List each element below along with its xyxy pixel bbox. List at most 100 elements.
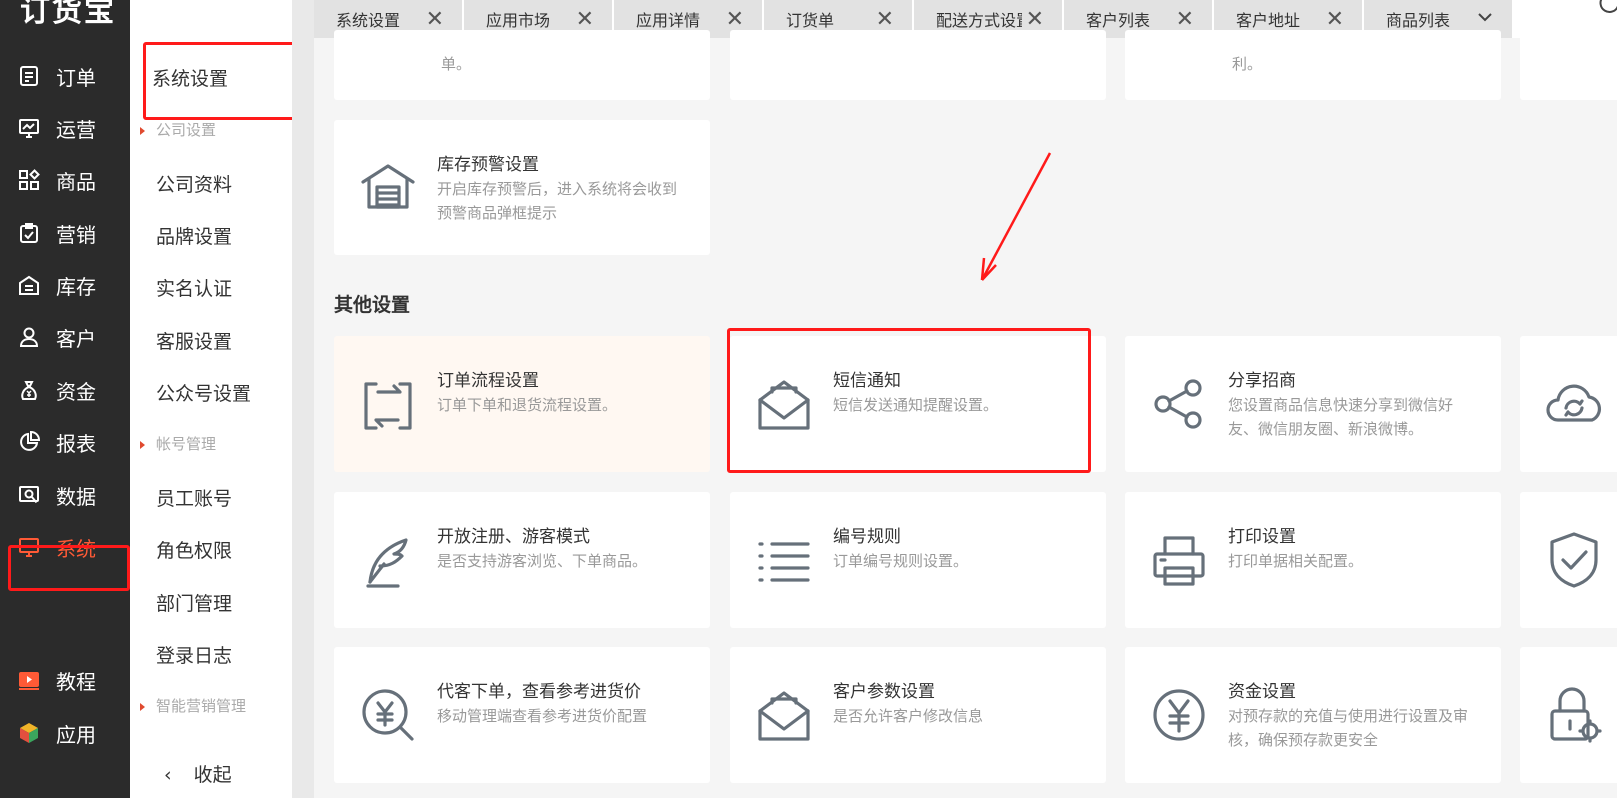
card-title: 打印设置 bbox=[1228, 527, 1296, 547]
tab-label: 应用市场 bbox=[486, 11, 551, 30]
card-stock-warning[interactable]: 库存预警设置 开启库存预警后，进入系统将会收到预警商品弹框提示 bbox=[334, 120, 710, 255]
card-title: 编号规则 bbox=[833, 527, 901, 547]
submenu-item-official-account[interactable]: 公众号设置 bbox=[156, 379, 251, 406]
card-desc: 单。 bbox=[441, 55, 472, 73]
card-customer-params[interactable]: 客户参数设置 是否允许客户修改信息 bbox=[730, 647, 1106, 783]
collapse-label: 收起 bbox=[193, 764, 232, 786]
system-submenu: 系统设置 公司设置 公司资料 品牌设置 实名认证 客服设置 公众号设置 帐号管理… bbox=[130, 0, 292, 798]
submenu-item-verification[interactable]: 实名认证 bbox=[156, 274, 232, 301]
nav-item-tutorial[interactable]: 教程 bbox=[0, 653, 130, 707]
nav-label: 库存 bbox=[56, 274, 96, 299]
submenu-item-departments[interactable]: 部门管理 bbox=[156, 589, 232, 616]
card-partial-security[interactable] bbox=[1520, 492, 1617, 628]
nav-item-report[interactable]: 报表 bbox=[0, 415, 130, 469]
card-open-register[interactable]: 开放注册、游客模式 是否支持游客浏览、下单商品。 bbox=[334, 492, 710, 628]
card-number-rules[interactable]: 编号规则 订单编号规则设置。 bbox=[730, 492, 1106, 628]
nav-label: 教程 bbox=[56, 669, 96, 694]
submenu-item-login-log[interactable]: 登录日志 bbox=[156, 641, 232, 668]
tab-label: 客户列表 bbox=[1086, 11, 1151, 30]
refresh-icon[interactable] bbox=[1597, 0, 1617, 16]
nav-label: 订单 bbox=[56, 65, 96, 90]
card-title: 开放注册、游客模式 bbox=[437, 527, 590, 547]
nav-item-data[interactable]: 数据 bbox=[0, 468, 130, 522]
nav-item-order[interactable]: 订单 bbox=[0, 49, 130, 103]
monitor-icon bbox=[18, 536, 40, 558]
submenu-item-brand[interactable]: 品牌设置 bbox=[156, 222, 232, 249]
feather-icon bbox=[358, 530, 418, 590]
nav-item-operation[interactable]: 运营 bbox=[0, 101, 130, 155]
app-logo: 订货宝 bbox=[20, 0, 116, 29]
shield-check-icon bbox=[1544, 530, 1604, 590]
card-partial-top-3[interactable]: 利。 bbox=[1125, 30, 1501, 100]
collapse-button[interactable]: ‹ 收起 bbox=[164, 760, 232, 787]
operation-icon bbox=[18, 117, 40, 139]
chevron-down-icon[interactable] bbox=[1476, 8, 1494, 30]
submenu-group-account[interactable]: 帐号管理 bbox=[140, 433, 216, 454]
card-share-invite[interactable]: 分享招商 您设置商品信息快速分享到微信好友、微信朋友圈、新浪微博。 bbox=[1125, 336, 1501, 472]
tab-label: 配送方式设置 bbox=[936, 11, 1033, 30]
card-partial-top-1[interactable]: 单。 bbox=[334, 30, 710, 100]
nav-label: 客户 bbox=[56, 326, 96, 351]
yen-search-icon bbox=[358, 685, 418, 745]
annotation-arrow bbox=[980, 152, 1052, 281]
submenu-title[interactable]: 系统设置 bbox=[152, 64, 228, 91]
card-sms-notify[interactable]: 短信通知 短信发送通知提醒设置。 bbox=[730, 336, 1106, 472]
nav-item-system[interactable]: 系统 bbox=[0, 520, 130, 574]
card-desc: 是否允许客户修改信息 bbox=[833, 707, 984, 725]
list-icon bbox=[754, 530, 814, 590]
card-partial-lock[interactable] bbox=[1520, 647, 1617, 783]
yen-circle-icon bbox=[1149, 685, 1209, 745]
card-title: 代客下单，查看参考进货价 bbox=[437, 682, 641, 702]
close-icon[interactable]: ✕ bbox=[726, 7, 744, 32]
submenu-group-smart-marketing[interactable]: 智能营销管理 bbox=[140, 695, 246, 716]
close-icon[interactable]: ✕ bbox=[426, 7, 444, 32]
warehouse-icon bbox=[18, 274, 40, 296]
data-icon bbox=[18, 484, 40, 506]
card-order-flow[interactable]: 订单流程设置 订单下单和退货流程设置。 bbox=[334, 336, 710, 472]
tab-label: 系统设置 bbox=[336, 11, 401, 30]
card-partial-top-2[interactable] bbox=[730, 30, 1106, 100]
section-title-other: 其他设置 bbox=[334, 294, 411, 316]
main-sidebar: 订货宝 订单 运营 商品 营销 库存 客户 资金 报表 数据 系统 教程 应用 bbox=[0, 0, 130, 798]
card-print-settings[interactable]: 打印设置 打印单据相关配置。 bbox=[1125, 492, 1501, 628]
card-title: 分享招商 bbox=[1228, 371, 1296, 391]
close-icon[interactable]: ✕ bbox=[1326, 7, 1344, 32]
nav-label: 应用 bbox=[56, 722, 96, 747]
card-title: 客户参数设置 bbox=[833, 682, 935, 702]
close-icon[interactable]: ✕ bbox=[1021, 7, 1044, 32]
nav-item-stock[interactable]: 库存 bbox=[0, 258, 130, 312]
nav-item-marketing[interactable]: 营销 bbox=[0, 206, 130, 260]
nav-item-customer[interactable]: 客户 bbox=[0, 310, 130, 364]
nav-item-goods[interactable]: 商品 bbox=[0, 153, 130, 207]
app-root: 订货宝 订单 运营 商品 营销 库存 客户 资金 报表 数据 系统 教程 应用 … bbox=[0, 0, 1617, 798]
nav-label: 商品 bbox=[56, 169, 96, 194]
nav-item-apps[interactable]: 应用 bbox=[0, 706, 130, 760]
submenu-item-roles[interactable]: 角色权限 bbox=[156, 536, 232, 563]
card-proxy-order[interactable]: 代客下单，查看参考进货价 移动管理端查看参考进货价配置 bbox=[334, 647, 710, 783]
marketing-icon bbox=[18, 222, 40, 244]
share-icon bbox=[1149, 374, 1209, 434]
close-icon[interactable]: ✕ bbox=[1176, 7, 1194, 32]
video-icon bbox=[18, 669, 40, 691]
cube-icon bbox=[18, 722, 40, 744]
card-desc: 订单下单和退货流程设置。 bbox=[437, 396, 618, 414]
nav-label: 数据 bbox=[56, 484, 96, 509]
nav-label: 资金 bbox=[56, 379, 96, 404]
close-icon[interactable]: ✕ bbox=[576, 7, 594, 32]
card-title: 资金设置 bbox=[1228, 682, 1296, 702]
card-desc: 开启库存预警后，进入系统将会收到预警商品弹框提示 bbox=[437, 180, 678, 222]
submenu-item-company-info[interactable]: 公司资料 bbox=[156, 170, 232, 197]
money-bag-icon bbox=[18, 379, 40, 401]
envelope-icon bbox=[754, 685, 814, 745]
close-icon[interactable]: ✕ bbox=[876, 7, 894, 32]
submenu-group-company[interactable]: 公司设置 bbox=[140, 119, 216, 140]
card-partial-top-4[interactable] bbox=[1520, 30, 1617, 100]
card-desc: 您设置商品信息快速分享到微信好友、微信朋友圈、新浪微博。 bbox=[1228, 396, 1454, 438]
order-icon bbox=[18, 65, 40, 87]
nav-item-funds[interactable]: 资金 bbox=[0, 363, 130, 417]
card-partial-cloud[interactable] bbox=[1520, 336, 1617, 472]
submenu-item-staff[interactable]: 员工账号 bbox=[156, 484, 232, 511]
card-fund-settings[interactable]: 资金设置 对预存款的充值与使用进行设置及审核，确保预存款更安全 bbox=[1125, 647, 1501, 783]
submenu-item-service[interactable]: 客服设置 bbox=[156, 327, 232, 354]
flow-icon bbox=[358, 374, 418, 434]
